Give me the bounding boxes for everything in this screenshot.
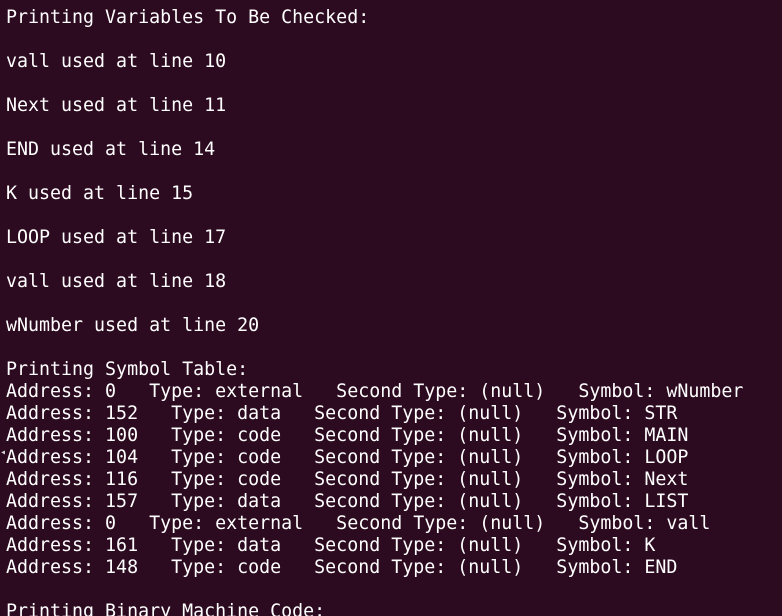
terminal-line: Address: 157 Type: data Second Type: (nu…	[6, 491, 689, 512]
terminal-line: Address: 148 Type: code Second Type: (nu…	[6, 557, 678, 578]
terminal-line: END used at line 14	[6, 139, 216, 160]
terminal-line: vall used at line 18	[6, 271, 227, 292]
terminal-line: Printing Symbol Table:	[6, 359, 249, 380]
terminal-line: Address: 104 Type: code Second Type: (nu…	[6, 447, 689, 468]
terminal-line: Address: 0 Type: external Second Type: (…	[6, 381, 744, 402]
resize-edge-icon: ◂	[0, 447, 7, 458]
terminal-line: Address: 0 Type: external Second Type: (…	[6, 513, 711, 534]
terminal-line: Next used at line 11	[6, 95, 227, 116]
terminal-line: Address: 161 Type: data Second Type: (nu…	[6, 535, 656, 556]
terminal-line: vall used at line 10	[6, 51, 227, 72]
terminal-line: Printing Variables To Be Checked:	[6, 7, 370, 28]
terminal-line: K used at line 15	[6, 183, 194, 204]
terminal-line: LOOP used at line 17	[6, 227, 227, 248]
terminal-line: Address: 100 Type: code Second Type: (nu…	[6, 425, 689, 446]
terminal-line: wNumber used at line 20	[6, 315, 260, 336]
terminal-window[interactable]: Printing Variables To Be Checked: vall us…	[0, 0, 782, 616]
terminal-line: Printing Binary Machine Code:	[6, 601, 326, 616]
terminal-line: Address: 116 Type: code Second Type: (nu…	[6, 469, 689, 490]
terminal-line: Address: 152 Type: data Second Type: (nu…	[6, 403, 678, 424]
